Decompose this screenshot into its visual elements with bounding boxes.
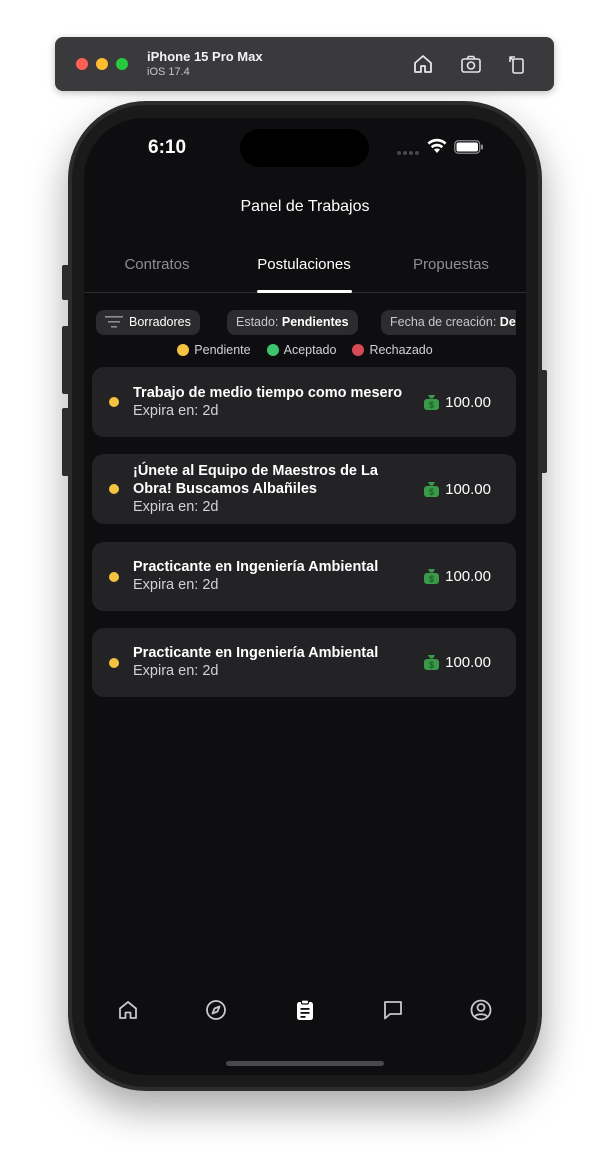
page-title: Panel de Trabajos bbox=[240, 198, 370, 215]
job-title: Practicante en Ingeniería Ambiental bbox=[133, 559, 379, 575]
zoom-window-button[interactable] bbox=[116, 58, 128, 70]
job-title: ¡Únete al Equipo de Maestros de La Obra!… bbox=[133, 462, 378, 497]
legend-dot-rejected bbox=[352, 344, 365, 356]
volume-up-button bbox=[62, 326, 69, 394]
money-bag-icon: $ bbox=[424, 394, 440, 410]
job-amount-value: 100.00 bbox=[445, 568, 491, 585]
job-card[interactable]: Practicante en Ingeniería Ambiental Expi… bbox=[92, 628, 516, 697]
compass-icon[interactable] bbox=[204, 998, 228, 1022]
job-title: Trabajo de medio tiempo como mesero bbox=[133, 384, 403, 401]
job-amount-value: 100.00 bbox=[445, 393, 491, 411]
drafts-filter-chip[interactable]: Borradores bbox=[96, 310, 200, 335]
money-bag-icon: $ bbox=[424, 655, 440, 670]
phone-screen: 6:10 Panel de Trabajos Contratos Postula… bbox=[84, 118, 526, 1075]
home-indicator[interactable] bbox=[226, 1061, 384, 1066]
money-bag-icon: $ bbox=[424, 569, 440, 584]
home-icon[interactable] bbox=[116, 998, 140, 1022]
os-version: iOS 17.4 bbox=[147, 66, 190, 78]
job-card[interactable]: Trabajo de medio tiempo como mesero Expi… bbox=[92, 367, 516, 437]
job-amount-value: 100.00 bbox=[445, 654, 491, 671]
battery-icon bbox=[454, 140, 483, 154]
minimize-window-button[interactable] bbox=[96, 58, 108, 70]
drafts-filter-label: Borradores bbox=[129, 315, 191, 329]
legend-item-rejected: Rechazado bbox=[352, 343, 433, 357]
home-icon[interactable] bbox=[411, 52, 435, 76]
status-dot bbox=[109, 658, 119, 668]
tab-postulaciones[interactable]: Postulaciones bbox=[244, 256, 364, 273]
cellular-signal-icon bbox=[397, 151, 419, 155]
wifi-icon bbox=[427, 138, 447, 153]
screenshot-icon[interactable] bbox=[459, 52, 483, 76]
legend-label-rejected: Rechazado bbox=[369, 343, 433, 357]
power-button bbox=[540, 370, 547, 473]
job-card[interactable]: Practicante en Ingeniería Ambiental Expi… bbox=[92, 542, 516, 611]
rotate-icon[interactable] bbox=[505, 52, 529, 76]
svg-text:$: $ bbox=[429, 400, 434, 410]
job-amount-value: 100.00 bbox=[445, 480, 491, 498]
status-filter-prefix: Estado: bbox=[236, 315, 279, 329]
date-filter-chip[interactable]: Fecha de creación: De bbox=[381, 310, 516, 335]
date-filter-prefix: Fecha de creación: bbox=[390, 315, 497, 329]
money-bag-icon: $ bbox=[424, 481, 440, 497]
status-dot bbox=[109, 397, 119, 407]
close-window-button[interactable] bbox=[76, 58, 88, 70]
clipboard-icon[interactable] bbox=[293, 998, 317, 1022]
job-amount: $ 100.00 bbox=[423, 628, 491, 697]
job-expiry: Expira en: 2d bbox=[133, 498, 219, 515]
chat-icon[interactable] bbox=[381, 998, 405, 1022]
volume-down-button bbox=[62, 408, 69, 476]
status-time: 6:10 bbox=[148, 137, 187, 158]
date-filter-value: De bbox=[499, 315, 516, 329]
dynamic-island bbox=[240, 129, 369, 167]
job-amount: $ 100.00 bbox=[423, 367, 491, 437]
legend-dot-pending bbox=[177, 344, 190, 356]
simulator-title-bar: iPhone 15 Pro Max iOS 17.4 bbox=[55, 37, 554, 91]
profile-icon[interactable] bbox=[469, 998, 493, 1022]
svg-text:$: $ bbox=[429, 574, 434, 584]
legend-label-pending: Pendiente bbox=[194, 343, 251, 357]
svg-text:$: $ bbox=[429, 487, 434, 497]
filter-icon bbox=[105, 315, 123, 328]
job-expiry: Expira en: 2d bbox=[133, 577, 219, 593]
status-filter-value: Pendientes bbox=[281, 315, 349, 329]
action-button bbox=[62, 265, 69, 300]
tab-propuestas[interactable]: Propuestas bbox=[391, 256, 511, 273]
legend-item-accepted: Aceptado bbox=[266, 343, 337, 357]
job-title: Practicante en Ingeniería Ambiental bbox=[133, 645, 379, 661]
status-legend: Pendiente Aceptado Rechazado bbox=[84, 343, 526, 357]
svg-text:$: $ bbox=[429, 660, 434, 670]
job-amount: $ 100.00 bbox=[423, 542, 491, 611]
job-amount: $ 100.00 bbox=[423, 454, 491, 524]
legend-label-accepted: Aceptado bbox=[283, 343, 337, 357]
job-expiry: Expira en: 2d bbox=[133, 402, 219, 419]
job-card[interactable]: ¡Únete al Equipo de Maestros de La Obra!… bbox=[92, 454, 516, 524]
tab-contratos[interactable]: Contratos bbox=[97, 256, 217, 273]
tab-active-indicator bbox=[257, 290, 352, 293]
legend-item-pending: Pendiente bbox=[177, 343, 251, 357]
status-dot bbox=[109, 572, 119, 582]
status-dot bbox=[109, 484, 119, 494]
legend-dot-accepted bbox=[266, 344, 279, 356]
device-name: iPhone 15 Pro Max bbox=[147, 49, 263, 64]
status-filter-chip[interactable]: Estado: Pendientes bbox=[227, 310, 358, 335]
job-expiry: Expira en: 2d bbox=[133, 663, 219, 679]
